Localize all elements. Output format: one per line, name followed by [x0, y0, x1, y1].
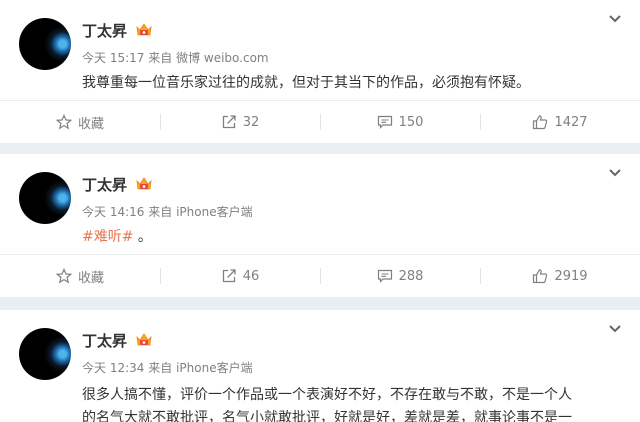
post-time[interactable]: 今天 12:34 — [82, 361, 144, 375]
vip-badge-icon[interactable] — [135, 21, 153, 38]
vip-badge-icon[interactable] — [135, 175, 153, 192]
weibo-post-2: 丁太昇 今天 14:16 来自 iPhone客户端 #难听# 。 收藏 46 2… — [0, 154, 640, 297]
comment-icon — [377, 269, 392, 283]
post-source[interactable]: 微博 weibo.com — [176, 51, 269, 65]
comment-count: 150 — [398, 114, 424, 130]
star-icon — [55, 114, 72, 130]
post-text-tail: 。 — [133, 229, 152, 245]
like-count: 1427 — [554, 114, 588, 130]
chevron-down-icon[interactable] — [608, 324, 622, 334]
thumbs-up-icon — [533, 115, 548, 130]
share-icon — [222, 115, 236, 129]
favorite-label: 收藏 — [77, 116, 104, 132]
vip-badge-icon[interactable] — [135, 331, 153, 348]
repost-button[interactable]: 46 — [160, 255, 320, 297]
star-icon — [55, 268, 72, 284]
author-name[interactable]: 丁太昇 — [82, 20, 127, 41]
repost-count: 32 — [242, 114, 260, 130]
post-meta: 今天 14:16 来自 iPhone客户端 — [82, 203, 253, 220]
post-meta: 今天 15:17 来自 微博 weibo.com — [82, 49, 269, 66]
post-time[interactable]: 今天 14:16 — [82, 205, 144, 219]
topic-link[interactable]: #难听# — [82, 229, 133, 245]
post-text: 很多人搞不懂，评价一个作品或一个表演好不好，不存在敢与不敢，不是一个人 的名气大… — [82, 384, 622, 422]
avatar[interactable] — [19, 18, 71, 70]
post-meta: 今天 12:34 来自 iPhone客户端 — [82, 359, 253, 376]
favorite-label: 收藏 — [77, 270, 104, 286]
like-count: 2919 — [554, 268, 588, 284]
weibo-post-1: 丁太昇 今天 15:17 来自 微博 weibo.com 我尊重每一位音乐家过往… — [0, 0, 640, 143]
chevron-down-icon[interactable] — [608, 168, 622, 178]
like-button[interactable]: 2919 — [480, 255, 640, 297]
author-name[interactable]: 丁太昇 — [82, 174, 127, 195]
post-text: #难听# 。 — [82, 226, 152, 246]
thumbs-up-icon — [533, 269, 548, 284]
comment-icon — [377, 115, 392, 129]
source-prefix: 来自 — [148, 205, 173, 219]
post-source[interactable]: iPhone客户端 — [176, 205, 253, 219]
repost-button[interactable]: 32 — [160, 101, 320, 143]
comment-button[interactable]: 150 — [320, 101, 480, 143]
author-name[interactable]: 丁太昇 — [82, 330, 127, 351]
favorite-button[interactable]: 收藏 — [0, 101, 160, 143]
chevron-down-icon[interactable] — [608, 14, 622, 24]
source-prefix: 来自 — [148, 361, 173, 375]
like-button[interactable]: 1427 — [480, 101, 640, 143]
post-time[interactable]: 今天 15:17 — [82, 51, 144, 65]
action-bar: 收藏 46 288 2919 — [0, 255, 640, 297]
post-text-line: 很多人搞不懂，评价一个作品或一个表演好不好，不存在敢与不敢，不是一个人 — [82, 387, 572, 403]
post-text-line: 的名气大就不敢批评，名气小就敢批评，好就是好，差就是差，就事论事不是一 — [82, 410, 572, 422]
weibo-post-3: 丁太昇 今天 12:34 来自 iPhone客户端 很多人搞不懂，评价一个作品或… — [0, 310, 640, 422]
comment-button[interactable]: 288 — [320, 255, 480, 297]
action-bar: 收藏 32 150 1427 — [0, 101, 640, 143]
source-prefix: 来自 — [148, 51, 173, 65]
post-text: 我尊重每一位音乐家过往的成就，但对于其当下的作品，必须抱有怀疑。 — [82, 75, 530, 91]
comment-count: 288 — [398, 268, 424, 284]
avatar[interactable] — [19, 328, 71, 380]
share-icon — [222, 269, 236, 283]
favorite-button[interactable]: 收藏 — [0, 255, 160, 297]
repost-count: 46 — [242, 268, 260, 284]
post-source[interactable]: iPhone客户端 — [176, 361, 253, 375]
avatar[interactable] — [19, 172, 71, 224]
